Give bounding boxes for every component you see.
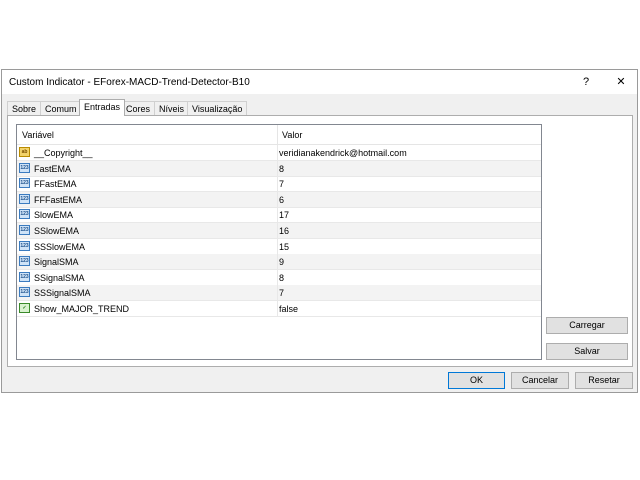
tab-cores[interactable]: Cores xyxy=(121,101,156,115)
cell-divider xyxy=(277,223,278,239)
variable-value[interactable]: 8 xyxy=(279,273,284,283)
boolean-type-icon: ✓ xyxy=(19,303,30,313)
column-header-value[interactable]: Valor xyxy=(282,130,302,140)
table-row[interactable]: ✓ Show_MAJOR_TREND false xyxy=(17,301,541,317)
variable-value[interactable]: 16 xyxy=(279,226,289,236)
variable-name: SSSlowEMA xyxy=(34,241,86,252)
variable-name: FFastEMA xyxy=(34,179,77,190)
ok-button[interactable]: OK xyxy=(448,372,505,389)
tab-entradas[interactable]: Entradas xyxy=(79,99,126,116)
table-row[interactable]: 123 SSSlowEMA 15 xyxy=(17,238,541,255)
variable-name: SSlowEMA xyxy=(34,226,80,236)
cell-divider xyxy=(277,160,278,177)
variable-value[interactable]: 7 xyxy=(279,288,284,298)
tab-sobre[interactable]: Sobre xyxy=(7,101,42,115)
variable-name: SSignalSMA xyxy=(34,272,85,283)
variable-value[interactable]: 9 xyxy=(279,257,284,267)
variable-name: Show_MAJOR_TREND xyxy=(34,304,130,314)
variable-value[interactable]: 17 xyxy=(279,210,289,220)
variable-name: SlowEMA xyxy=(34,210,74,221)
tab-comum[interactable]: Comum xyxy=(40,101,82,115)
variable-value[interactable]: veridianakendrick@hotmail.com xyxy=(279,148,407,158)
save-button[interactable]: Salvar xyxy=(546,343,628,360)
reset-button[interactable]: Resetar xyxy=(575,372,633,389)
integer-type-icon: 123 xyxy=(19,178,30,189)
integer-type-icon: 123 xyxy=(19,193,30,204)
tab-visualizacao[interactable]: Visualização xyxy=(187,101,248,115)
grid-rows: ab __Copyright__ veridianakendrick@hotmail… xyxy=(17,145,541,345)
table-row[interactable]: 123 FFastEMA 7 xyxy=(17,176,541,193)
column-divider[interactable] xyxy=(277,125,278,145)
integer-type-icon: 123 xyxy=(19,225,30,235)
custom-indicator-dialog: Custom Indicator - EForex-MACD-Trend-Det… xyxy=(1,69,638,393)
table-row[interactable]: 123 SlowEMA 17 xyxy=(17,207,541,224)
cell-divider xyxy=(277,191,278,208)
cell-divider xyxy=(277,238,278,255)
tab-niveis[interactable]: Níveis xyxy=(154,101,190,115)
table-row[interactable]: 123 SSSignalSMA 7 xyxy=(17,285,541,302)
integer-type-icon: 123 xyxy=(19,287,30,298)
cell-divider xyxy=(277,254,278,271)
variable-value[interactable]: 15 xyxy=(279,242,289,252)
cell-divider xyxy=(277,269,278,286)
table-row[interactable]: 123 FFFastEMA 6 xyxy=(17,191,541,208)
variable-value[interactable]: 8 xyxy=(279,164,284,174)
window-title: Custom Indicator - EForex-MACD-Trend-Det… xyxy=(9,77,250,88)
grid-header: Variável Valor xyxy=(17,125,541,145)
variable-name: FFFastEMA xyxy=(34,194,83,205)
inputs-panel: Variável Valor ab __Copyright__ veridianak… xyxy=(7,115,633,367)
variable-name: __Copyright__ xyxy=(34,148,93,158)
cell-divider xyxy=(277,176,278,193)
inputs-grid: Variável Valor ab __Copyright__ veridianak… xyxy=(16,124,542,360)
cell-divider xyxy=(277,145,278,161)
cell-divider xyxy=(277,301,278,317)
close-icon[interactable]: ✕ xyxy=(611,74,631,90)
table-row[interactable]: 123 SSlowEMA 16 xyxy=(17,223,541,239)
variable-value[interactable]: false xyxy=(279,304,298,314)
integer-type-icon: 123 xyxy=(19,271,30,282)
variable-name: SignalSMA xyxy=(34,257,79,268)
title-bar[interactable]: Custom Indicator - EForex-MACD-Trend-Det… xyxy=(2,70,637,94)
variable-name: SSSignalSMA xyxy=(34,288,91,299)
help-button[interactable]: ? xyxy=(576,74,596,90)
table-row[interactable]: ab __Copyright__ veridianakendrick@hotmail… xyxy=(17,145,541,161)
cell-divider xyxy=(277,285,278,302)
column-header-variable[interactable]: Variável xyxy=(22,130,54,140)
integer-type-icon: 123 xyxy=(19,209,30,220)
table-row[interactable]: 123 FastEMA 8 xyxy=(17,160,541,177)
integer-type-icon: 123 xyxy=(19,162,30,173)
integer-type-icon: 123 xyxy=(19,256,30,267)
table-row[interactable]: 123 SSignalSMA 8 xyxy=(17,269,541,286)
string-type-icon: ab xyxy=(19,147,30,157)
variable-value[interactable]: 6 xyxy=(279,195,284,205)
cancel-button[interactable]: Cancelar xyxy=(511,372,569,389)
cell-divider xyxy=(277,207,278,224)
integer-type-icon: 123 xyxy=(19,240,30,251)
variable-value[interactable]: 7 xyxy=(279,179,284,189)
table-row[interactable]: 123 SignalSMA 9 xyxy=(17,254,541,271)
load-button[interactable]: Carregar xyxy=(546,317,628,334)
variable-name: FastEMA xyxy=(34,163,72,174)
